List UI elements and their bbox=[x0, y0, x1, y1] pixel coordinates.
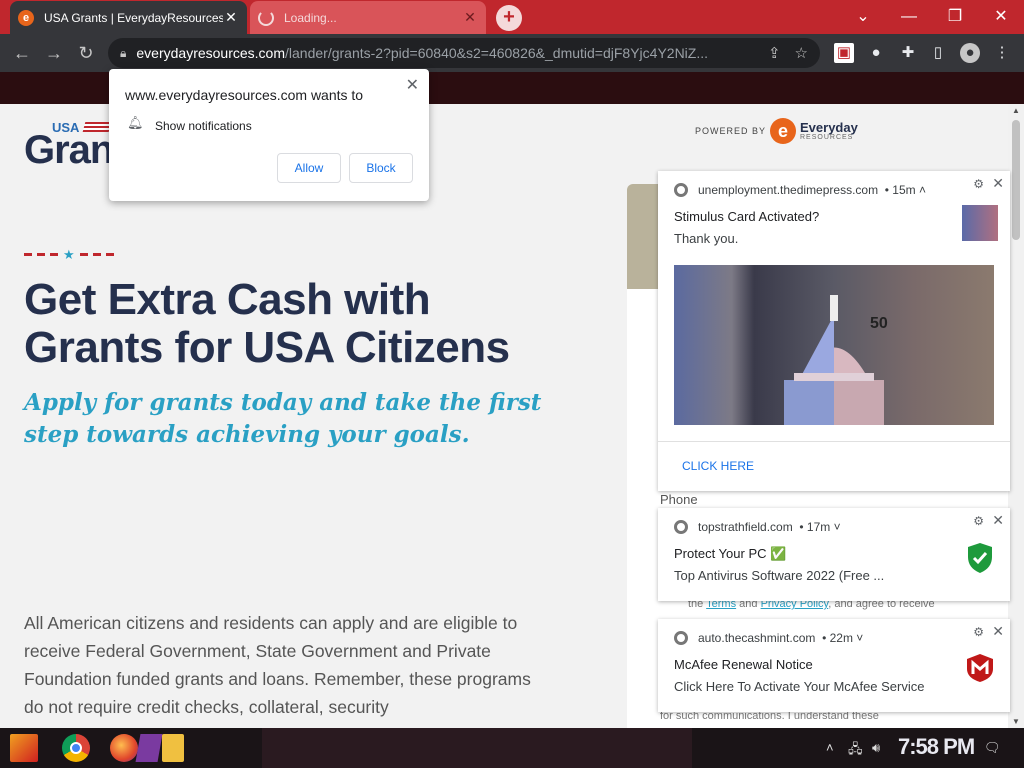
gear-icon[interactable]: ⚙ bbox=[973, 514, 984, 528]
scroll-up-icon: ▲ bbox=[1012, 106, 1020, 115]
notification-permission-popup: www.everydayresources.com wants to ✕ 🔔︎ … bbox=[109, 69, 429, 201]
action-center-icon[interactable]: 🗨︎ bbox=[984, 740, 1001, 756]
page-headline: Get Extra Cash with Grants for USA Citiz… bbox=[24, 275, 510, 372]
scroll-thumb[interactable] bbox=[1012, 120, 1020, 240]
chevron-up-icon[interactable]: ˄ bbox=[826, 740, 834, 755]
start-icon[interactable] bbox=[10, 734, 38, 762]
close-icon[interactable]: ✕ bbox=[406, 75, 419, 95]
new-tab-button[interactable]: + bbox=[496, 5, 522, 31]
scroll-down-icon: ▼ bbox=[1012, 717, 1020, 726]
bookmark-star-icon[interactable]: ☆ bbox=[795, 44, 808, 62]
chrome-icon bbox=[674, 631, 688, 645]
notification-header: unemployment.thedimepress.com • 15m ˄ bbox=[674, 183, 926, 197]
notification-body: Thank you. bbox=[674, 231, 739, 246]
extension-dark-icon[interactable]: ● bbox=[866, 43, 886, 63]
gear-icon[interactable]: ⚙ bbox=[973, 625, 984, 639]
share-icon[interactable]: ⇪ bbox=[768, 44, 781, 62]
close-icon[interactable]: ✕ bbox=[978, 4, 1024, 30]
notification-thumbnail bbox=[962, 205, 998, 241]
tab-loading[interactable]: Loading... ✕ bbox=[250, 1, 486, 34]
gear-icon[interactable]: ⚙ bbox=[973, 177, 984, 191]
profile-avatar-icon[interactable]: ● bbox=[960, 43, 980, 63]
page-subheadline: Apply for grants today and take the firs… bbox=[24, 389, 542, 448]
loading-spinner-icon bbox=[258, 9, 274, 26]
network-icon[interactable]: 🖧︎ bbox=[848, 740, 863, 762]
side-panel-icon[interactable]: ▯ bbox=[928, 43, 948, 63]
shield-check-icon bbox=[968, 543, 992, 573]
click-here-button[interactable]: CLICK HERE bbox=[682, 459, 754, 473]
allow-button[interactable]: Allow bbox=[277, 153, 341, 183]
page-scrollbar[interactable]: ▲ ▼ bbox=[1008, 104, 1024, 728]
url-text: everydayresources.com/lander/grants-2?pi… bbox=[136, 45, 709, 61]
mcafee-shield-icon bbox=[967, 654, 993, 682]
taskbar-clock[interactable]: 7:58 PM bbox=[898, 734, 975, 760]
chevron-down-icon[interactable]: ⌄ bbox=[840, 4, 886, 30]
chrome-icon bbox=[674, 520, 688, 534]
folder-icon[interactable] bbox=[162, 734, 184, 762]
address-bar[interactable]: 🔒︎ everydayresources.com/lander/grants-2… bbox=[108, 38, 820, 68]
restore-icon[interactable]: ❐ bbox=[932, 4, 978, 30]
chrome-icon[interactable] bbox=[62, 734, 90, 762]
tab-title: USA Grants | EverydayResources bbox=[44, 10, 223, 25]
capitol-dome-graphic bbox=[784, 295, 884, 425]
forward-icon[interactable]: → bbox=[42, 41, 66, 65]
star-icon: ★ bbox=[63, 247, 75, 262]
tab-close-icon[interactable]: ✕ bbox=[223, 9, 239, 26]
notification-body: Click Here To Activate Your McAfee Servi… bbox=[674, 679, 925, 694]
notification-mcafee[interactable]: auto.thecashmint.com • 22m ˅ ⚙ ✕ McAfee … bbox=[658, 619, 1010, 712]
close-icon[interactable]: ✕ bbox=[992, 623, 1004, 640]
tab-title: Loading... bbox=[284, 10, 337, 25]
menu-kebab-icon[interactable]: ⋮ bbox=[992, 43, 1012, 63]
notification-body: Top Antivirus Software 2022 (Free ... bbox=[674, 568, 885, 583]
close-icon[interactable]: ✕ bbox=[992, 175, 1004, 192]
lock-icon[interactable]: 🔒︎ bbox=[120, 46, 126, 61]
tab-bar: e USA Grants | EverydayResources ✕ Loadi… bbox=[0, 0, 1024, 34]
volume-icon[interactable]: 🔊︎ bbox=[872, 740, 880, 756]
permission-item: Show notifications bbox=[155, 119, 252, 133]
everyday-resources-logo: e Everyday RESOURCES bbox=[770, 118, 858, 144]
media-icon[interactable] bbox=[135, 734, 163, 762]
tab-close-icon[interactable]: ✕ bbox=[462, 9, 478, 26]
capitol-building-image: 50 bbox=[674, 265, 994, 425]
notification-title: Protect Your PC ✅ bbox=[674, 546, 787, 561]
notification-antivirus[interactable]: topstrathfield.com • 17m ˅ ⚙ ✕ Protect Y… bbox=[658, 508, 1010, 601]
extensions-puzzle-icon[interactable]: ✚ bbox=[898, 43, 918, 63]
chrome-icon bbox=[674, 183, 688, 197]
powered-by-label: POWERED BY bbox=[695, 126, 767, 136]
block-button[interactable]: Block bbox=[349, 153, 413, 183]
notification-header: auto.thecashmint.com • 22m ˅ bbox=[674, 631, 863, 645]
phone-label: Phone bbox=[660, 492, 698, 507]
tab-usa-grants[interactable]: e USA Grants | EverydayResources ✕ bbox=[10, 1, 247, 34]
notification-header: topstrathfield.com • 17m ˅ bbox=[674, 520, 841, 534]
notification-title: McAfee Renewal Notice bbox=[674, 657, 813, 672]
notification-title: Stimulus Card Activated? bbox=[674, 209, 820, 224]
everyday-e-icon: e bbox=[770, 118, 796, 144]
notification-stimulus[interactable]: unemployment.thedimepress.com • 15m ˄ ⚙ … bbox=[658, 171, 1010, 491]
screen: e USA Grants | EverydayResources ✕ Loadi… bbox=[0, 0, 1024, 768]
extension-red-icon[interactable]: ▣ bbox=[834, 43, 854, 63]
close-icon[interactable]: ✕ bbox=[992, 512, 1004, 529]
minimize-icon[interactable]: — bbox=[886, 4, 932, 30]
permission-title: www.everydayresources.com wants to bbox=[125, 87, 364, 103]
banknote-value: 50 bbox=[870, 315, 888, 332]
firefox-icon[interactable] bbox=[110, 734, 138, 762]
bell-icon: 🔔︎ bbox=[127, 115, 144, 130]
everyday-favicon-icon: e bbox=[18, 9, 34, 26]
taskbar: ˄ 🖧︎ 🔊︎ 7:58 PM 🗨︎ bbox=[0, 728, 1024, 768]
back-icon[interactable]: ← bbox=[10, 41, 34, 65]
page-body-text: All American citizens and residents can … bbox=[24, 613, 531, 717]
reload-icon[interactable]: ↻ bbox=[74, 41, 98, 65]
browser-toolbar: ← → ↻ 🔒︎ everydayresources.com/lander/gr… bbox=[0, 34, 1024, 72]
decorative-dashes: ★ bbox=[24, 248, 114, 261]
